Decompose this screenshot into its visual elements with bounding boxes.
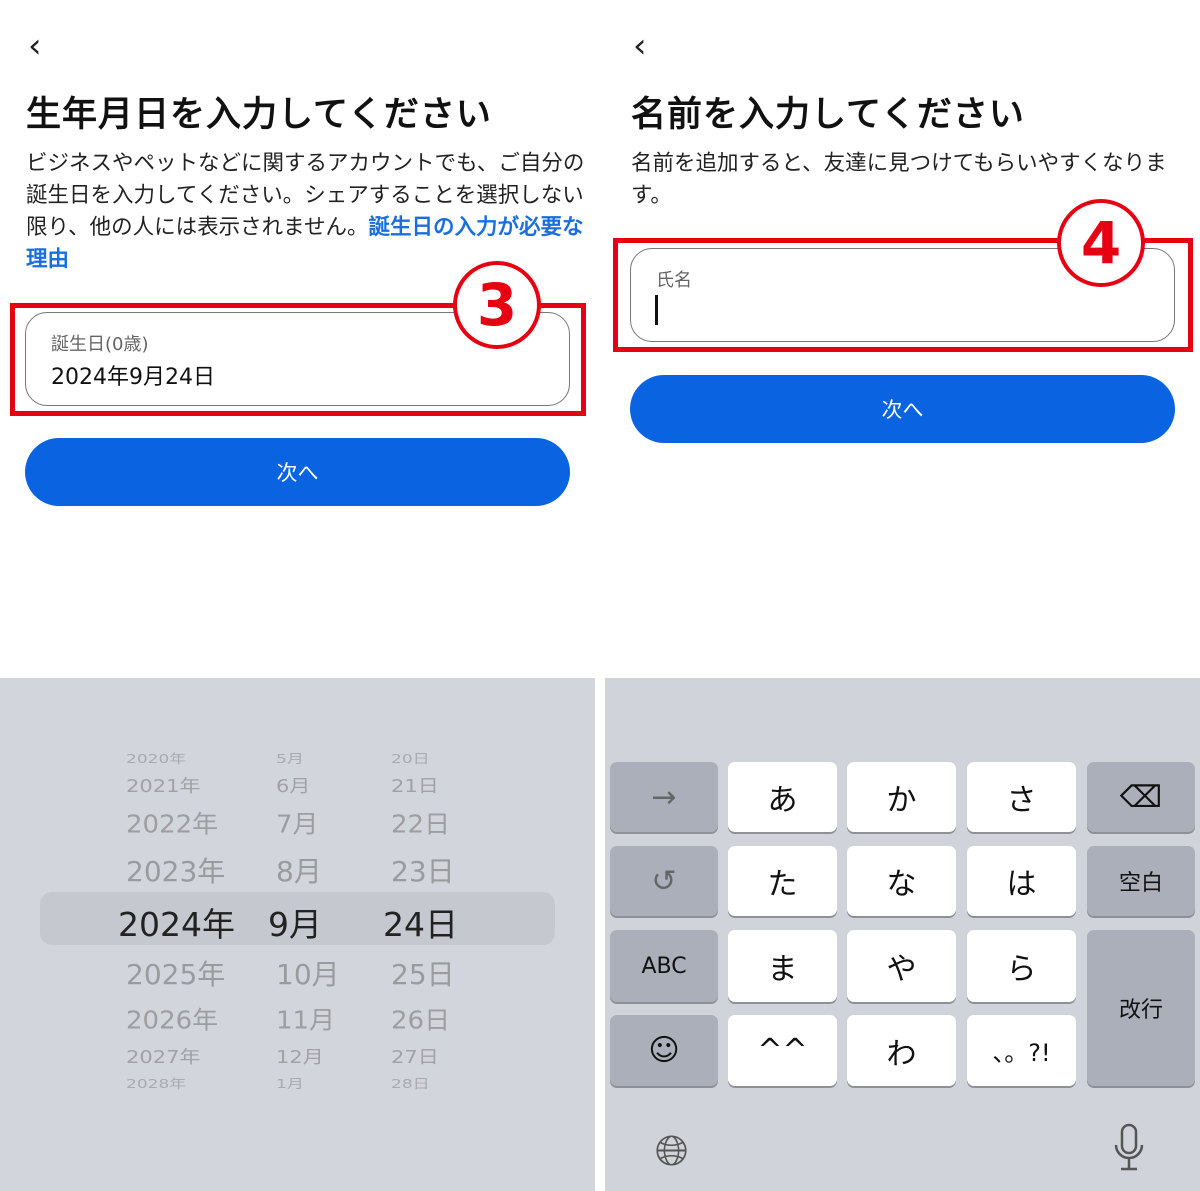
back-button[interactable]: ‹ (28, 26, 42, 66)
picker-year[interactable]: 2020年 (126, 748, 186, 767)
undo-key[interactable]: ↺ (610, 846, 718, 916)
kana-key[interactable]: わ (847, 1015, 956, 1086)
picker-month[interactable]: 1月 (276, 1073, 304, 1092)
emoji-key[interactable]: ☺ (610, 1015, 718, 1086)
space-key[interactable]: 空白 (1087, 846, 1195, 916)
picker-month[interactable]: 5月 (276, 748, 304, 767)
birthday-screen: ‹ 生年月日を入力してください ビジネスやペットなどに関するアカウントでも、ご自… (0, 0, 595, 1191)
undo-icon: ↺ (651, 863, 677, 899)
picker-month[interactable]: 11月 (276, 1001, 335, 1036)
picker-month[interactable]: 8月 (276, 850, 322, 890)
picker-year[interactable]: 2027年 (126, 1043, 200, 1069)
picker-year[interactable]: 2022年 (126, 805, 218, 840)
name-screen: ‹ 名前を入力してください 名前を追加すると、友達に見つけてもらいやすくなります… (605, 0, 1200, 1191)
microphone-icon[interactable] (1113, 1123, 1145, 1177)
kana-key[interactable]: ま (728, 930, 837, 1002)
picker-year[interactable]: 2028年 (126, 1073, 186, 1092)
description: ビジネスやペットなどに関するアカウントでも、ご自分の誕生日を入力してください。シ… (26, 151, 585, 272)
kana-key[interactable]: さ (967, 762, 1076, 832)
picker-year[interactable]: 2023年 (126, 850, 225, 890)
kana-key[interactable]: か (847, 762, 956, 832)
kana-key[interactable]: た (728, 846, 837, 916)
picker-year[interactable]: 2025年 (126, 953, 225, 993)
kana-key[interactable]: あ (728, 762, 837, 832)
picker-day[interactable]: 27日 (391, 1043, 439, 1069)
field-label: 氏名 (656, 270, 692, 291)
field-label: 誕生日(0歳) (51, 334, 149, 355)
picker-day[interactable]: 21日 (391, 772, 439, 798)
step-badge: 3 (453, 261, 541, 349)
abc-key[interactable]: ABC (610, 930, 718, 1002)
text-cursor (655, 295, 658, 325)
emoji-icon: ☺ (648, 1033, 680, 1068)
picker-day[interactable]: 25日 (391, 953, 455, 993)
picker-month[interactable]: 10月 (276, 953, 340, 993)
kana-key[interactable]: な (847, 846, 956, 916)
picker-day[interactable]: 23日 (391, 850, 455, 890)
picker-day[interactable]: 20日 (391, 748, 430, 767)
picker-month[interactable]: 12月 (276, 1043, 324, 1069)
next-button[interactable]: 次へ (630, 375, 1175, 443)
next-candidate-key[interactable]: → (610, 762, 718, 832)
picker-day[interactable]: 24日 (383, 898, 458, 946)
kana-key[interactable]: 、。?! (967, 1015, 1076, 1086)
delete-key[interactable]: ⌫ (1087, 762, 1195, 832)
return-key[interactable]: 改行 (1087, 930, 1195, 1086)
picker-month[interactable]: 9月 (268, 898, 322, 946)
page-title: 名前を入力してください (631, 95, 1025, 135)
picker-day[interactable]: 26日 (391, 1001, 450, 1036)
kana-key[interactable]: や (847, 930, 956, 1002)
keyboard: → ↺ ABC ☺ あかさたなはまやら ^^ わ、。?! ⌫ 空白 改行 🌐︎ (605, 678, 1200, 1191)
picker-year[interactable]: 2024年 (118, 898, 235, 946)
kana-key[interactable]: ^^ (728, 1015, 837, 1086)
kana-key[interactable]: ら (967, 930, 1076, 1002)
kana-key[interactable]: は (967, 846, 1076, 916)
next-button[interactable]: 次へ (25, 438, 570, 506)
delete-icon: ⌫ (1119, 779, 1163, 815)
picker-year[interactable]: 2026年 (126, 1001, 218, 1036)
step-badge: 4 (1057, 199, 1145, 287)
picker-year[interactable]: 2021年 (126, 772, 200, 798)
globe-icon[interactable]: 🌐︎ (655, 1126, 689, 1176)
picker-day[interactable]: 22日 (391, 805, 450, 840)
picker-day[interactable]: 28日 (391, 1073, 430, 1092)
page-title: 生年月日を入力してください (26, 95, 492, 135)
field-value: 2024年9月24日 (51, 365, 215, 390)
back-button[interactable]: ‹ (633, 26, 647, 66)
picker-month[interactable]: 7月 (276, 805, 319, 840)
picker-month[interactable]: 6月 (276, 772, 310, 798)
